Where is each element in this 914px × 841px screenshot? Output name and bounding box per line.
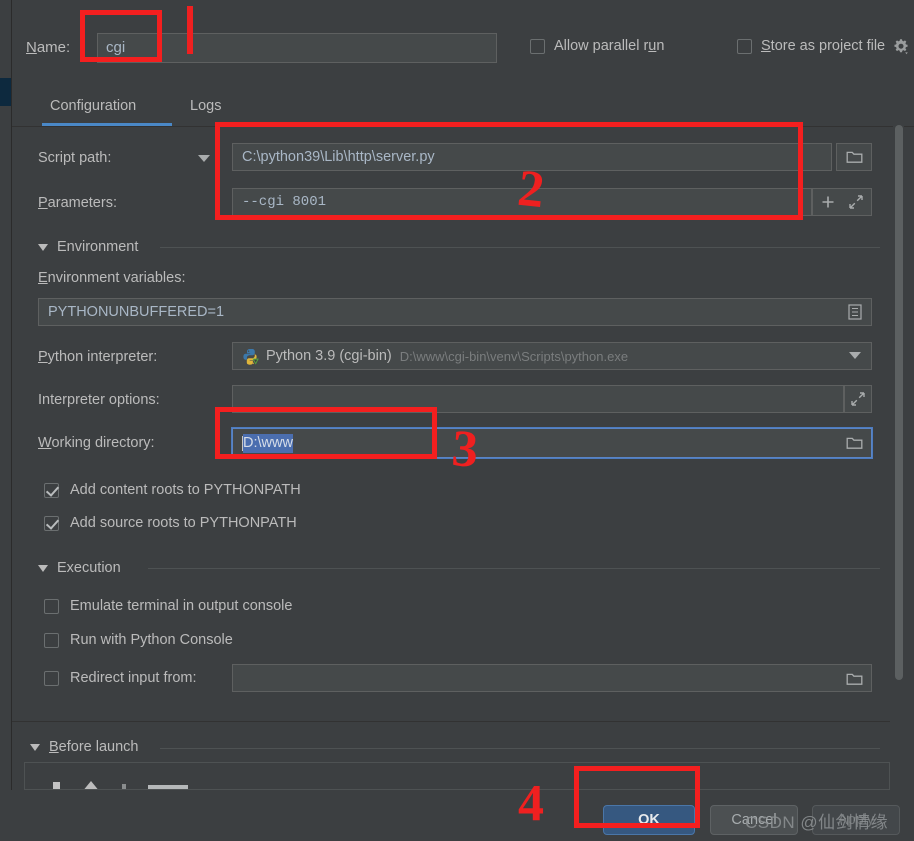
add-icon (821, 195, 835, 209)
interpreter-options-input[interactable] (232, 385, 844, 413)
redirect-input-path-input[interactable] (232, 664, 872, 692)
collapse-triangle-icon (30, 744, 40, 751)
script-path-browse-button[interactable] (836, 143, 872, 171)
section-rule (160, 247, 880, 248)
allow-parallel-run-checkbox[interactable]: Allow parallel run (530, 38, 664, 54)
parameters-input[interactable]: --cgi 8001 (232, 188, 812, 216)
panel-scrollbar-thumb[interactable] (895, 125, 903, 680)
checkbox-box (44, 599, 59, 614)
env-vars-label: Environment variables: (38, 270, 186, 286)
env-vars-input[interactable]: PYTHONUNBUFFERED=1 (38, 298, 872, 326)
execution-section-label: Execution (57, 560, 121, 576)
add-source-roots-label: Add source roots to PYTHONPATH (70, 515, 297, 531)
working-directory-label: Working directory: (38, 435, 155, 451)
parameters-actions[interactable] (812, 188, 872, 216)
gear-icon[interactable] (892, 38, 910, 56)
run-configuration-dialog: Name: cgi Allow parallel run Store as pr… (0, 0, 914, 841)
before-launch-add-icon[interactable] (53, 782, 60, 790)
python-interpreter-path: D:\www\cgi-bin\venv\Scripts\python.exe (400, 349, 628, 364)
python-interpreter-name: Python 3.9 (cgi-bin) (266, 348, 392, 364)
interpreter-options-label: Interpreter options: (38, 392, 160, 408)
folder-icon (846, 150, 863, 164)
python-interpreter-select[interactable]: Python 3.9 (cgi-bin) D:\www\cgi-bin\venv… (232, 342, 872, 370)
checkbox-box (44, 516, 59, 531)
environment-section-label: Environment (57, 239, 138, 255)
watermark: CSDN @仙剑情缘 (745, 808, 888, 833)
add-content-roots-label: Add content roots to PYTHONPATH (70, 482, 301, 498)
tab-configuration[interactable]: Configuration (48, 94, 138, 124)
collapse-triangle-icon (38, 244, 48, 251)
emulate-terminal-checkbox[interactable]: Emulate terminal in output console (44, 598, 292, 614)
checkbox-box (44, 633, 59, 648)
section-rule (160, 748, 880, 749)
store-as-project-file-checkbox[interactable]: Store as project file (737, 38, 885, 54)
redirect-input-label: Redirect input from: (70, 670, 197, 686)
before-launch-move-up-icon[interactable] (82, 781, 100, 790)
tab-logs[interactable]: Logs (188, 94, 223, 124)
add-source-roots-checkbox[interactable]: Add source roots to PYTHONPATH (44, 515, 297, 531)
redirect-input-checkbox[interactable]: Redirect input from: (44, 670, 197, 686)
ok-button[interactable]: OK (603, 805, 695, 835)
before-launch-remove-icon[interactable] (122, 784, 126, 789)
run-with-python-console-label: Run with Python Console (70, 632, 233, 648)
checkbox-box (44, 483, 59, 498)
panel-scrollbar-track[interactable] (893, 122, 904, 717)
before-launch-toolbar[interactable] (53, 781, 188, 790)
name-label: Name: (26, 39, 70, 56)
script-path-input[interactable]: C:\python39\Lib\http\server.py (232, 143, 832, 171)
checkbox-box (530, 39, 545, 54)
before-launch-section-label: Before launch (49, 739, 138, 755)
before-launch-list[interactable] (24, 762, 890, 790)
script-path-label: Script path: (38, 150, 111, 166)
tab-bar: Configuration Logs (12, 88, 914, 126)
gutter-selection (0, 78, 11, 106)
add-content-roots-checkbox[interactable]: Add content roots to PYTHONPATH (44, 482, 301, 498)
working-directory-value: D:\www (243, 434, 293, 453)
before-launch-section-header[interactable]: Before launch (30, 739, 138, 755)
name-input[interactable]: cgi (97, 33, 497, 63)
python-interpreter-chevron-down-icon[interactable] (849, 352, 861, 359)
environment-section-header[interactable]: Environment (38, 239, 138, 255)
checkbox-box (44, 671, 59, 686)
env-list-icon[interactable] (848, 304, 862, 323)
interpreter-options-expand-button[interactable] (844, 385, 872, 413)
left-gutter (0, 0, 12, 841)
python-interpreter-label: Python interpreter: (38, 349, 157, 365)
name-row: Name: cgi Allow parallel run Store as pr… (12, 14, 914, 62)
expand-icon (851, 392, 865, 406)
working-directory-input[interactable]: D:\www (232, 428, 872, 458)
store-as-project-file-label: Store as project file (761, 38, 885, 54)
folder-icon (846, 436, 863, 450)
python-venv-icon (242, 348, 259, 365)
collapse-triangle-icon (38, 565, 48, 572)
folder-icon (846, 672, 863, 686)
expand-icon (849, 195, 863, 209)
checkbox-box (737, 39, 752, 54)
parameters-label: Parameters: (38, 195, 117, 211)
run-with-python-console-checkbox[interactable]: Run with Python Console (44, 632, 233, 648)
section-rule (148, 568, 880, 569)
redirect-input-browse-button[interactable] (846, 672, 863, 689)
working-directory-browse-button[interactable] (846, 436, 863, 453)
allow-parallel-run-label: Allow parallel run (554, 38, 664, 54)
execution-section-header[interactable]: Execution (38, 560, 121, 576)
emulate-terminal-label: Emulate terminal in output console (70, 598, 292, 614)
script-path-mode-chevron-down-icon[interactable] (198, 155, 210, 162)
before-launch-edit-icon[interactable] (148, 785, 188, 789)
